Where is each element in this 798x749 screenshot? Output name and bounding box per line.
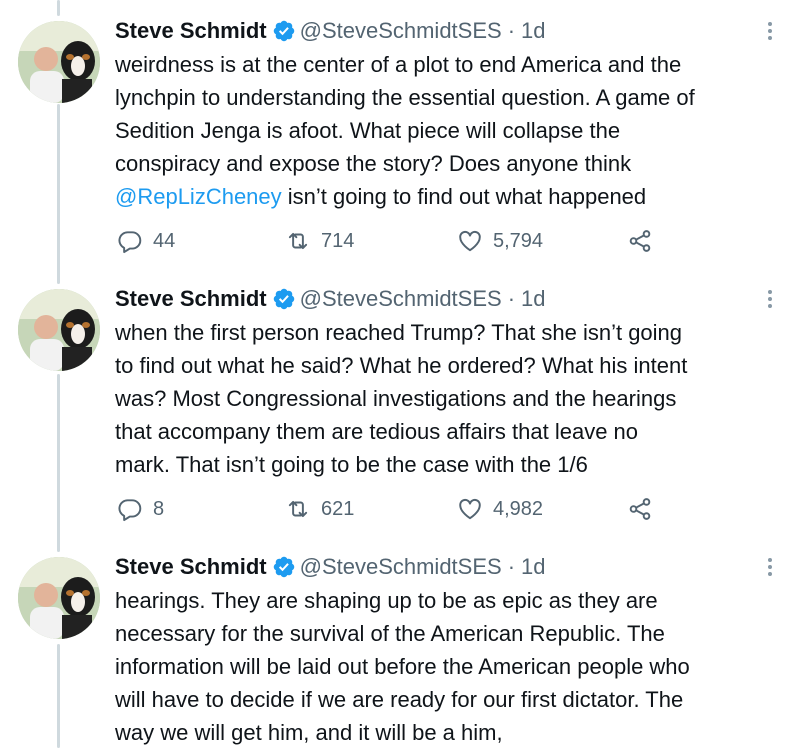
author-handle[interactable]: @SteveSchmidtSES bbox=[300, 286, 502, 312]
thread-line bbox=[57, 0, 60, 16]
mention-link[interactable]: @RepLizCheney bbox=[115, 184, 282, 209]
tweet-text-line: lynchpin to understanding the essential … bbox=[115, 85, 695, 110]
tweet-text-line: @RepLizCheney isn’t going to find out wh… bbox=[115, 180, 785, 213]
author-name[interactable]: Steve Schmidt bbox=[115, 286, 267, 312]
tweet-actions: 8 621 4,982 bbox=[115, 494, 675, 524]
like-count: 4,982 bbox=[493, 497, 544, 520]
tweet-text-line: to find out what he said? What he ordere… bbox=[115, 353, 688, 378]
share-icon bbox=[629, 230, 651, 252]
tweet-text-line: necessary for the survival of the Americ… bbox=[115, 621, 665, 646]
tweet-text-line: when the first person reached Trump? Tha… bbox=[115, 320, 683, 345]
tweet-header: Steve Schmidt @SteveSchmidtSES · 1d bbox=[115, 283, 546, 315]
tweet-header: Steve Schmidt @SteveSchmidtSES · 1d bbox=[115, 551, 546, 583]
tweet-text-line: was? Most Congressional investigations a… bbox=[115, 386, 677, 411]
like-button[interactable]: 5,794 bbox=[457, 226, 543, 256]
tweet-text-line: that accompany them are tedious affairs … bbox=[115, 419, 639, 444]
tweet-text-fragment: isn’t going to find out what happened bbox=[281, 184, 647, 209]
author-handle[interactable]: @SteveSchmidtSES bbox=[300, 554, 502, 580]
tweet-text-line: will have to decide if we are ready for … bbox=[115, 687, 684, 712]
reply-count: 8 bbox=[153, 497, 165, 520]
timestamp[interactable]: 1d bbox=[521, 286, 545, 312]
tweet-text: when the first person reached Trump? Tha… bbox=[115, 316, 785, 481]
heart-icon bbox=[459, 498, 481, 520]
share-button[interactable] bbox=[627, 494, 653, 524]
avatar[interactable] bbox=[18, 557, 100, 639]
tweet-text: weirdness is at the center of a plot to … bbox=[115, 48, 785, 213]
verified-badge-icon bbox=[272, 19, 296, 43]
tweet-actions: 44 714 5,794 bbox=[115, 226, 675, 256]
tweet[interactable]: Steve Schmidt @SteveSchmidtSES · 1d hear… bbox=[0, 551, 798, 748]
tweet-text-line: weirdness is at the center of a plot to … bbox=[115, 52, 682, 77]
retweet-count: 621 bbox=[321, 497, 355, 520]
tweet-text-line: conspiracy and expose the story? Does an… bbox=[115, 151, 632, 176]
timestamp[interactable]: 1d bbox=[521, 554, 545, 580]
tweet-text-line: mark. That isn’t going to be the case wi… bbox=[115, 452, 588, 477]
retweet-button[interactable]: 621 bbox=[285, 494, 354, 524]
reply-button[interactable]: 44 bbox=[117, 226, 175, 256]
tweet-text-line: way we will get him, and it will be a hi… bbox=[115, 720, 503, 745]
retweet-count: 714 bbox=[321, 229, 355, 252]
tweet[interactable]: Steve Schmidt @SteveSchmidtSES · 1d when… bbox=[0, 283, 798, 533]
tweet-header: Steve Schmidt @SteveSchmidtSES · 1d bbox=[115, 15, 546, 47]
tweet-text-line: Sedition Jenga is afoot. What piece will… bbox=[115, 118, 621, 143]
author-name[interactable]: Steve Schmidt bbox=[115, 18, 267, 44]
more-options-icon[interactable] bbox=[760, 17, 780, 45]
separator-dot: · bbox=[507, 18, 516, 43]
retweet-icon bbox=[288, 232, 308, 250]
tweet-text-line: information will be laid out before the … bbox=[115, 654, 690, 679]
avatar[interactable] bbox=[18, 21, 100, 103]
share-button[interactable] bbox=[627, 226, 653, 256]
heart-icon bbox=[459, 230, 481, 252]
retweet-icon bbox=[288, 500, 308, 518]
tweet-text: hearings. They are shaping up to be as e… bbox=[115, 584, 785, 749]
retweet-button[interactable]: 714 bbox=[285, 226, 354, 256]
like-button[interactable]: 4,982 bbox=[457, 494, 543, 524]
more-options-icon[interactable] bbox=[760, 553, 780, 581]
tweet[interactable]: Steve Schmidt @SteveSchmidtSES · 1d weir… bbox=[0, 15, 798, 265]
author-handle[interactable]: @SteveSchmidtSES bbox=[300, 18, 502, 44]
more-options-icon[interactable] bbox=[760, 285, 780, 313]
verified-badge-icon bbox=[272, 555, 296, 579]
reply-icon bbox=[118, 499, 142, 522]
reply-count: 44 bbox=[153, 229, 176, 252]
tweet-text-line: hearings. They are shaping up to be as e… bbox=[115, 588, 658, 613]
verified-badge-icon bbox=[272, 287, 296, 311]
reply-button[interactable]: 8 bbox=[117, 494, 164, 524]
avatar[interactable] bbox=[18, 289, 100, 371]
separator-dot: · bbox=[507, 286, 516, 311]
like-count: 5,794 bbox=[493, 229, 544, 252]
author-name[interactable]: Steve Schmidt bbox=[115, 554, 267, 580]
share-icon bbox=[629, 498, 651, 520]
reply-icon bbox=[118, 231, 142, 254]
separator-dot: · bbox=[507, 554, 516, 579]
timestamp[interactable]: 1d bbox=[521, 18, 545, 44]
